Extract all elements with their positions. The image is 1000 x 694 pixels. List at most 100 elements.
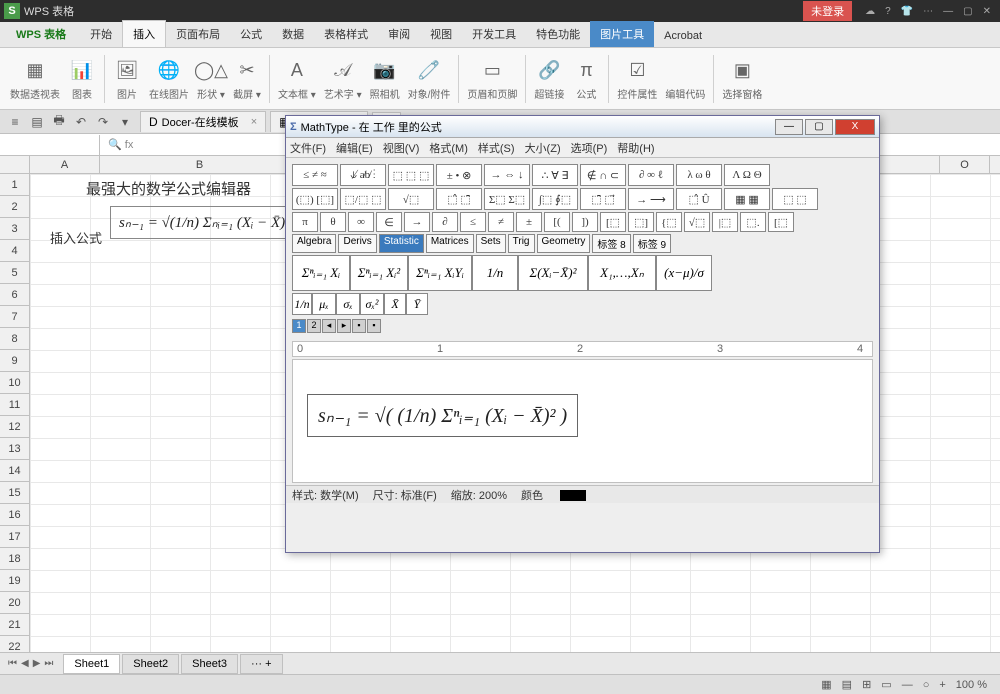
row-header-4[interactable]: 4 <box>0 240 30 262</box>
cloud-icon[interactable]: ☁ <box>865 6 875 17</box>
quick-icon-1[interactable]: ▤ <box>28 113 46 131</box>
menu-tab-7[interactable]: 视图 <box>420 21 462 47</box>
pr2-cell-4[interactable]: Σ⬚ Σ⬚ <box>484 188 530 210</box>
mt-menu-6[interactable]: 选项(P) <box>571 140 608 156</box>
mt-template2-3[interactable]: σₓ² <box>360 293 384 315</box>
doc-tab-0[interactable]: DDocer-在线模板× <box>140 111 266 132</box>
row-header-2[interactable]: 2 <box>0 196 30 218</box>
menu-tab-9[interactable]: 特色功能 <box>526 21 590 47</box>
mt-tab-3[interactable]: ▸ <box>337 319 351 333</box>
row-header-22[interactable]: 22 <box>0 636 30 652</box>
menu-tab-11[interactable]: Acrobat <box>654 25 712 47</box>
sheet-tab-Sheet2[interactable]: Sheet2 <box>122 654 179 674</box>
mathtype-minimize-button[interactable]: — <box>775 119 803 135</box>
mt-template1-6[interactable]: (x−μ)/σ <box>656 255 712 291</box>
status-icon-0[interactable]: ▦ <box>821 678 831 691</box>
close-icon[interactable]: ✕ <box>983 6 991 17</box>
mt-template1-2[interactable]: Σⁿᵢ₌₁ XᵢYᵢ <box>408 255 472 291</box>
quick-icon-0[interactable]: ≡ <box>6 113 24 131</box>
mt-template1-1[interactable]: Σⁿᵢ₌₁ Xᵢ² <box>350 255 408 291</box>
pr2-cell-8[interactable]: ⬚̂ Û <box>676 188 722 210</box>
pr3-cell-3[interactable]: ∈ <box>376 212 402 232</box>
row-header-5[interactable]: 5 <box>0 262 30 284</box>
quick-icon-4[interactable]: ↷ <box>94 113 112 131</box>
mt-size-label[interactable]: 尺寸: 标准(F) <box>373 487 437 503</box>
pr2-cell-3[interactable]: ⬚̂ ⬚̄ <box>436 188 482 210</box>
zoom-level[interactable]: 100 % <box>956 679 987 691</box>
status-icon-2[interactable]: ⊞ <box>862 678 871 691</box>
row-header-1[interactable]: 1 <box>0 174 30 196</box>
sheet-nav-arrows[interactable]: ⏮◀▶⏭ <box>6 658 55 669</box>
overflow-icon[interactable]: ⋯ <box>923 6 933 17</box>
quick-icon-3[interactable]: ↶ <box>72 113 90 131</box>
mt-category-Algebra[interactable]: Algebra <box>292 234 336 253</box>
row-header-17[interactable]: 17 <box>0 526 30 548</box>
pr2-cell-0[interactable]: (⬚) [⬚] <box>292 188 338 210</box>
skin-icon[interactable]: 👕 <box>901 6 913 17</box>
sheet-tab-··· +[interactable]: ··· + <box>240 654 282 674</box>
pr3-cell-8[interactable]: ± <box>516 212 542 232</box>
quick-icon-2[interactable]: 🖶 <box>50 113 68 131</box>
row-header-9[interactable]: 9 <box>0 350 30 372</box>
mt-menu-5[interactable]: 大小(Z) <box>525 140 561 156</box>
mt-template2-1[interactable]: μₓ <box>312 293 336 315</box>
mt-template1-4[interactable]: Σ(Xᵢ−X̄)² <box>518 255 588 291</box>
sheet-tab-Sheet3[interactable]: Sheet3 <box>181 654 238 674</box>
pr3-cell-2[interactable]: ∞ <box>348 212 374 232</box>
pr3-cell-6[interactable]: ≤ <box>460 212 486 232</box>
ribbon-截屏 ▾[interactable]: ✂截屏 ▾ <box>233 56 261 101</box>
pr3-cell-17[interactable]: [⬚ <box>768 212 794 232</box>
col-header-B[interactable]: B <box>100 156 300 173</box>
login-button[interactable]: 未登录 <box>803 1 852 21</box>
row-header-16[interactable]: 16 <box>0 504 30 526</box>
status-icon-5[interactable]: ○ <box>923 679 930 691</box>
name-box[interactable] <box>0 135 100 155</box>
ribbon-文本框 ▾[interactable]: A文本框 ▾ <box>278 56 316 101</box>
ribbon-图片[interactable]: 🖼图片 <box>113 56 141 101</box>
row-header-18[interactable]: 18 <box>0 548 30 570</box>
row-header-13[interactable]: 13 <box>0 438 30 460</box>
sheet-tab-Sheet1[interactable]: Sheet1 <box>63 654 120 674</box>
mt-style-label[interactable]: 样式: 数学(M) <box>292 487 359 503</box>
mathtype-close-button[interactable]: X <box>835 119 875 135</box>
mt-category-Trig[interactable]: Trig <box>508 234 535 253</box>
mt-template2-0[interactable]: 1/n <box>292 293 312 315</box>
pr1-cell-9[interactable]: Λ Ω Θ <box>724 164 770 186</box>
pr1-cell-1[interactable]: ⫝̸ a̸b̸ ⋮ <box>340 164 386 186</box>
row-header-21[interactable]: 21 <box>0 614 30 636</box>
row-header-19[interactable]: 19 <box>0 570 30 592</box>
pr1-cell-0[interactable]: ≤ ≠ ≈ <box>292 164 338 186</box>
embedded-formula-object[interactable]: sₙ₋₁ = √(1/n) Σₙᵢ₌₁ (Xᵢ − X̄)² <box>110 206 299 239</box>
pr3-cell-14[interactable]: √⬚ <box>684 212 710 232</box>
ribbon-对象/附件[interactable]: 🧷对象/附件 <box>408 56 451 101</box>
status-icon-3[interactable]: ▭ <box>881 678 891 691</box>
pr3-cell-4[interactable]: → <box>404 212 430 232</box>
menu-tab-4[interactable]: 数据 <box>272 21 314 47</box>
mt-category-Matrices[interactable]: Matrices <box>426 234 474 253</box>
pr3-cell-13[interactable]: {⬚ <box>656 212 682 232</box>
mt-menu-4[interactable]: 样式(S) <box>478 140 515 156</box>
pr2-cell-2[interactable]: √⬚ <box>388 188 434 210</box>
pr1-cell-6[interactable]: ∉ ∩ ⊂ <box>580 164 626 186</box>
pr3-cell-0[interactable]: π <box>292 212 318 232</box>
row-header-14[interactable]: 14 <box>0 460 30 482</box>
mt-menu-3[interactable]: 格式(M) <box>429 140 468 156</box>
ribbon-选择窗格[interactable]: ▣选择窗格 <box>722 56 762 101</box>
ribbon-在线图片[interactable]: 🌐在线图片 <box>149 56 189 101</box>
mt-tab-0[interactable]: 1 <box>292 319 306 333</box>
mt-zoom-label[interactable]: 缩放: 200% <box>451 487 507 503</box>
pr3-cell-10[interactable]: ]) <box>572 212 598 232</box>
mt-tab-4[interactable]: ▪ <box>352 319 366 333</box>
quick-icon-5[interactable]: ▾ <box>116 113 134 131</box>
mt-tab-2[interactable]: ◂ <box>322 319 336 333</box>
fx-icon[interactable]: 🔍 fx <box>100 138 141 151</box>
pr3-cell-1[interactable]: θ <box>320 212 346 232</box>
pr2-cell-1[interactable]: ⬚/⬚ ⬚ <box>340 188 386 210</box>
mt-category-Geometry[interactable]: Geometry <box>537 234 591 253</box>
status-icon-6[interactable]: + <box>939 679 945 691</box>
mt-tab-5[interactable]: ▪ <box>367 319 381 333</box>
mt-menu-2[interactable]: 视图(V) <box>383 140 420 156</box>
mt-template1-5[interactable]: X₁,…,Xₙ <box>588 255 656 291</box>
status-icon-4[interactable]: — <box>902 679 913 691</box>
menu-tab-8[interactable]: 开发工具 <box>462 21 526 47</box>
